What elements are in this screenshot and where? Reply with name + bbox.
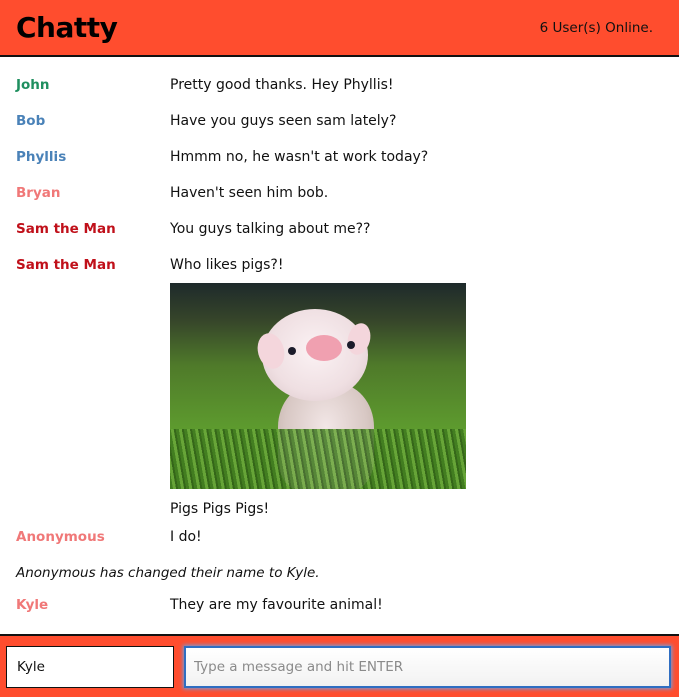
message-username: Sam the Man xyxy=(16,257,116,273)
message-content: I do! xyxy=(170,529,679,545)
message-list-scroll: BobHey John, how are you? John Pretty good… xyxy=(0,57,679,625)
message-text: You guys talking about me?? xyxy=(170,221,371,237)
brand-title: Chatty xyxy=(16,11,118,44)
message-content: Who likes pigs?! Pigs Pigs Pigs! xyxy=(170,257,679,521)
pig-snout-shape xyxy=(306,335,342,361)
piglet-image[interactable] xyxy=(170,283,466,489)
message-row: Sam the Man Who likes pigs?! Pigs Pigs Pig… xyxy=(0,249,679,521)
message-text: Haven't seen him bob. xyxy=(170,185,329,201)
message-username: Bob xyxy=(16,113,46,129)
message-content: You guys talking about me?? xyxy=(170,221,679,237)
message-row: Sam the Man You guys talking about me?? xyxy=(0,213,679,249)
message-list[interactable]: BobHey John, how are you? John Pretty good… xyxy=(0,57,679,634)
message-content: Haven't seen him bob. xyxy=(170,185,679,201)
message-username: Kyle xyxy=(16,597,49,613)
chat-app: Chatty 6 User(s) Online. BobHey John, ho… xyxy=(0,0,679,697)
pig-eye-l-shape xyxy=(288,347,296,355)
message-username: Sam the Man xyxy=(16,221,116,237)
grass-shape xyxy=(170,429,466,489)
message-row: John Pretty good thanks. Hey Phyllis! xyxy=(0,69,679,105)
navbar: Chatty 6 User(s) Online. xyxy=(0,0,679,57)
message-content: They are my favourite animal! xyxy=(170,597,679,613)
system-notification: Anonymous has changed their name to Kyle… xyxy=(16,565,320,581)
message-row: Bryan Haven't seen him bob. xyxy=(0,177,679,213)
message-row: Anonymous I do! xyxy=(0,521,679,557)
message-text: They are my favourite animal! xyxy=(170,597,383,613)
message-username: John xyxy=(16,77,50,93)
message-content: Have you guys seen sam lately? xyxy=(170,113,679,129)
message-text: Have you guys seen sam lately? xyxy=(170,113,397,129)
chat-bar xyxy=(0,634,679,697)
online-users-count: 6 User(s) Online. xyxy=(539,19,653,36)
image-caption: Pigs Pigs Pigs! xyxy=(170,501,270,517)
message-input[interactable] xyxy=(184,645,671,688)
message-text: Hmmm no, he wasn't at work today? xyxy=(170,149,429,165)
message-text: I do! xyxy=(170,529,202,545)
message-row: Kyle They are my favourite animal! xyxy=(0,589,679,625)
message-username: Bryan xyxy=(16,185,61,201)
message-username: Anonymous xyxy=(16,529,105,545)
pig-eye-r-shape xyxy=(347,341,355,349)
message-content: Pretty good thanks. Hey Phyllis! xyxy=(170,77,679,93)
message-row: BobHey John, how are you? xyxy=(0,57,679,69)
message-row: Bob Have you guys seen sam lately? xyxy=(0,105,679,141)
message-text: Pretty good thanks. Hey Phyllis! xyxy=(170,77,394,93)
message-row: Phyllis Hmmm no, he wasn't at work today? xyxy=(0,141,679,177)
message-content: Hmmm no, he wasn't at work today? xyxy=(170,149,679,165)
message-username: Phyllis xyxy=(16,149,67,165)
username-input[interactable] xyxy=(6,645,174,688)
message-text: Who likes pigs?! xyxy=(170,257,284,273)
